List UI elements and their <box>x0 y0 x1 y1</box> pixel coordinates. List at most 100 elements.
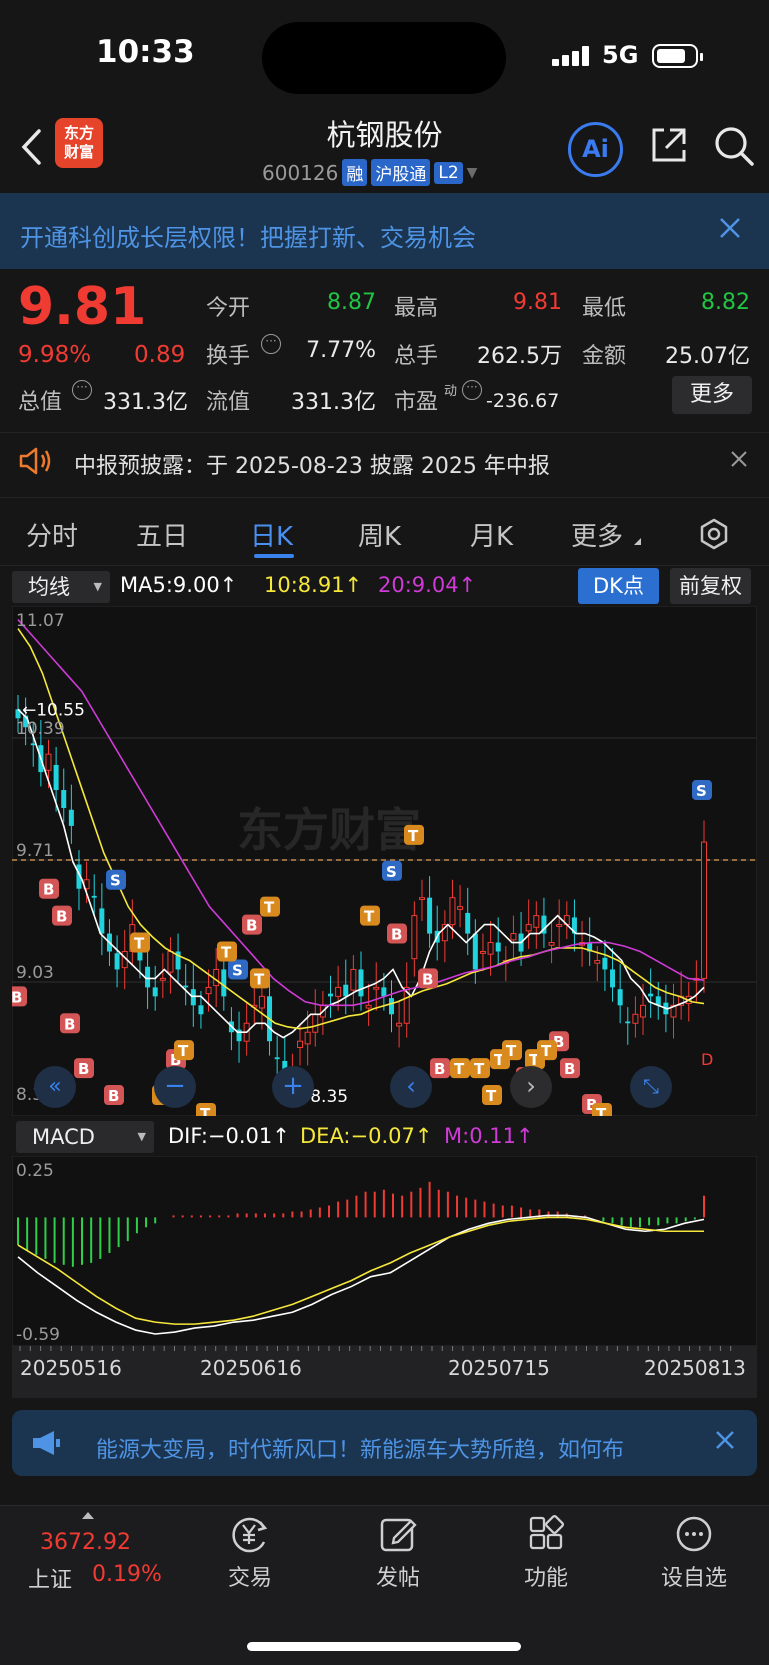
candle-body <box>610 969 616 988</box>
promo-text[interactable]: 开通科创成长层权限！把握打新、交易机会 <box>20 218 720 253</box>
candle-body <box>510 933 517 941</box>
candle-body <box>99 908 105 934</box>
zoom-in-icon[interactable]: + <box>272 1066 314 1108</box>
candle-body <box>114 953 120 970</box>
nav-post[interactable]: 发帖 <box>348 1560 448 1592</box>
amount-value: 25.07亿 <box>665 344 750 369</box>
candle-body <box>258 995 265 1009</box>
nav-trade[interactable]: 交易 <box>200 1560 300 1592</box>
indicator-select[interactable]: 均线 ▼ <box>12 571 110 603</box>
trade-marker: B <box>387 923 407 944</box>
pe-sup: 动 <box>444 384 458 399</box>
kline-chart[interactable]: 东方财富 11.0710.399.719.038.35←10.55←8.35 B… <box>12 606 757 1116</box>
promo-close-icon[interactable] <box>718 216 742 244</box>
candle-body <box>396 1022 403 1027</box>
dk-button[interactable]: DK点 <box>578 568 659 604</box>
nav-functions[interactable]: 功能 <box>496 1560 596 1592</box>
tab-daily-k[interactable]: 日K <box>250 516 293 553</box>
pe-label: 市盈 <box>394 390 439 415</box>
trade-marker: T <box>537 1040 557 1061</box>
more-button[interactable]: 更多 <box>672 376 752 414</box>
candle-body <box>381 987 387 997</box>
tab-underline <box>254 554 294 558</box>
candle-body <box>343 984 349 997</box>
trade-marker: B <box>39 878 59 899</box>
candle-body <box>221 969 227 997</box>
trade-marker-text: B <box>564 1060 575 1078</box>
tab-monthly-k[interactable]: 月K <box>470 516 513 553</box>
candle-body <box>190 989 196 1006</box>
trade-marker-text: B <box>56 908 67 926</box>
low-value: 8.82 <box>701 290 750 315</box>
news-text[interactable]: 能源大变局，时代新风口！新能源车大势所趋，如何布 <box>96 1432 701 1464</box>
tab-weekly-k[interactable]: 周K <box>358 516 401 553</box>
open-value: 8.87 <box>327 290 376 315</box>
tab-five-day[interactable]: 五日 <box>136 516 188 553</box>
trade-marker-text: T <box>541 1042 552 1060</box>
ai-button[interactable]: Ai <box>568 122 623 177</box>
network-type: 5G <box>602 41 639 69</box>
post-icon[interactable] <box>378 1514 418 1558</box>
trade-marker-text: T <box>486 1087 497 1105</box>
trade-marker: T <box>404 824 424 845</box>
macd-chart[interactable]: 0.25 -0.59 <box>12 1156 757 1346</box>
ma5-value: MA5:9.00↑ <box>120 573 238 597</box>
index-value[interactable]: 3672.92 <box>40 1530 131 1555</box>
trade-marker-text: T <box>506 1042 517 1060</box>
candle-body <box>167 951 174 973</box>
mktcap-label: 总值 <box>18 390 63 415</box>
trade-marker: S <box>382 860 402 881</box>
turnover-value: 7.77% <box>306 338 376 363</box>
nav-watchlist[interactable]: 设自选 <box>644 1560 744 1592</box>
index-change: 0.19% <box>92 1562 162 1587</box>
news-close-icon[interactable] <box>714 1428 736 1458</box>
tab-more[interactable]: 更多 <box>571 516 623 553</box>
macd-select[interactable]: MACD ▼ <box>16 1121 154 1153</box>
candle-body <box>479 951 486 954</box>
functions-icon[interactable] <box>527 1514 567 1558</box>
candle-body <box>335 986 342 997</box>
trade-marker: B <box>430 1058 450 1079</box>
tab-intraday[interactable]: 分时 <box>26 516 78 553</box>
info-icon[interactable]: ··· <box>72 380 92 400</box>
search-icon[interactable] <box>712 124 756 172</box>
notice-close-icon[interactable] <box>730 449 748 474</box>
caret-down-icon: ▼ <box>137 1130 146 1143</box>
share-icon[interactable] <box>648 124 690 170</box>
expand-icon[interactable]: ⤡ <box>630 1066 672 1108</box>
date-ticks <box>19 1346 732 1351</box>
zoom-out-icon[interactable]: − <box>154 1066 196 1108</box>
trade-marker-text: S <box>110 872 121 890</box>
candle-body <box>61 790 67 808</box>
watchlist-icon[interactable] <box>674 1514 714 1558</box>
candle-body <box>640 1004 647 1018</box>
info-icon[interactable]: ··· <box>261 334 281 354</box>
trade-marker-text: B <box>64 1015 75 1033</box>
trade-icon[interactable] <box>228 1514 272 1558</box>
zoom-reset-icon[interactable]: « <box>34 1066 76 1108</box>
trade-marker: B <box>104 1085 124 1106</box>
adjust-button[interactable]: 前复权 <box>670 568 751 604</box>
trade-marker: S <box>106 869 126 890</box>
notice-text[interactable]: 中报预披露：于 2025-08-23 披露 2025 年中报 <box>74 448 550 480</box>
trade-marker: B <box>74 1058 94 1079</box>
scroll-left-icon[interactable]: ‹ <box>390 1066 432 1108</box>
trade-marker: S <box>692 780 712 801</box>
trade-marker: S <box>228 959 248 980</box>
stock-code-row[interactable]: 600126 融 沪股通 L2 ▼ <box>262 159 477 186</box>
trade-marker-text: T <box>408 827 419 845</box>
trade-marker-text: B <box>108 1087 119 1105</box>
candle-body <box>388 998 394 1015</box>
volume-value: 262.5万 <box>477 344 562 369</box>
candle-body <box>53 764 59 791</box>
trade-marker-text: T <box>474 1060 485 1078</box>
index-up-arrow <box>82 1512 94 1519</box>
scroll-right-icon[interactable]: › <box>510 1066 552 1108</box>
signal-icon <box>552 46 592 66</box>
settings-icon[interactable] <box>697 517 731 555</box>
trade-marker: B <box>418 968 438 989</box>
candle-body <box>198 1005 204 1015</box>
info-icon[interactable]: ··· <box>462 380 482 400</box>
trade-marker-text: T <box>200 1105 211 1116</box>
macd-y-label: 0.25 <box>16 1161 54 1181</box>
